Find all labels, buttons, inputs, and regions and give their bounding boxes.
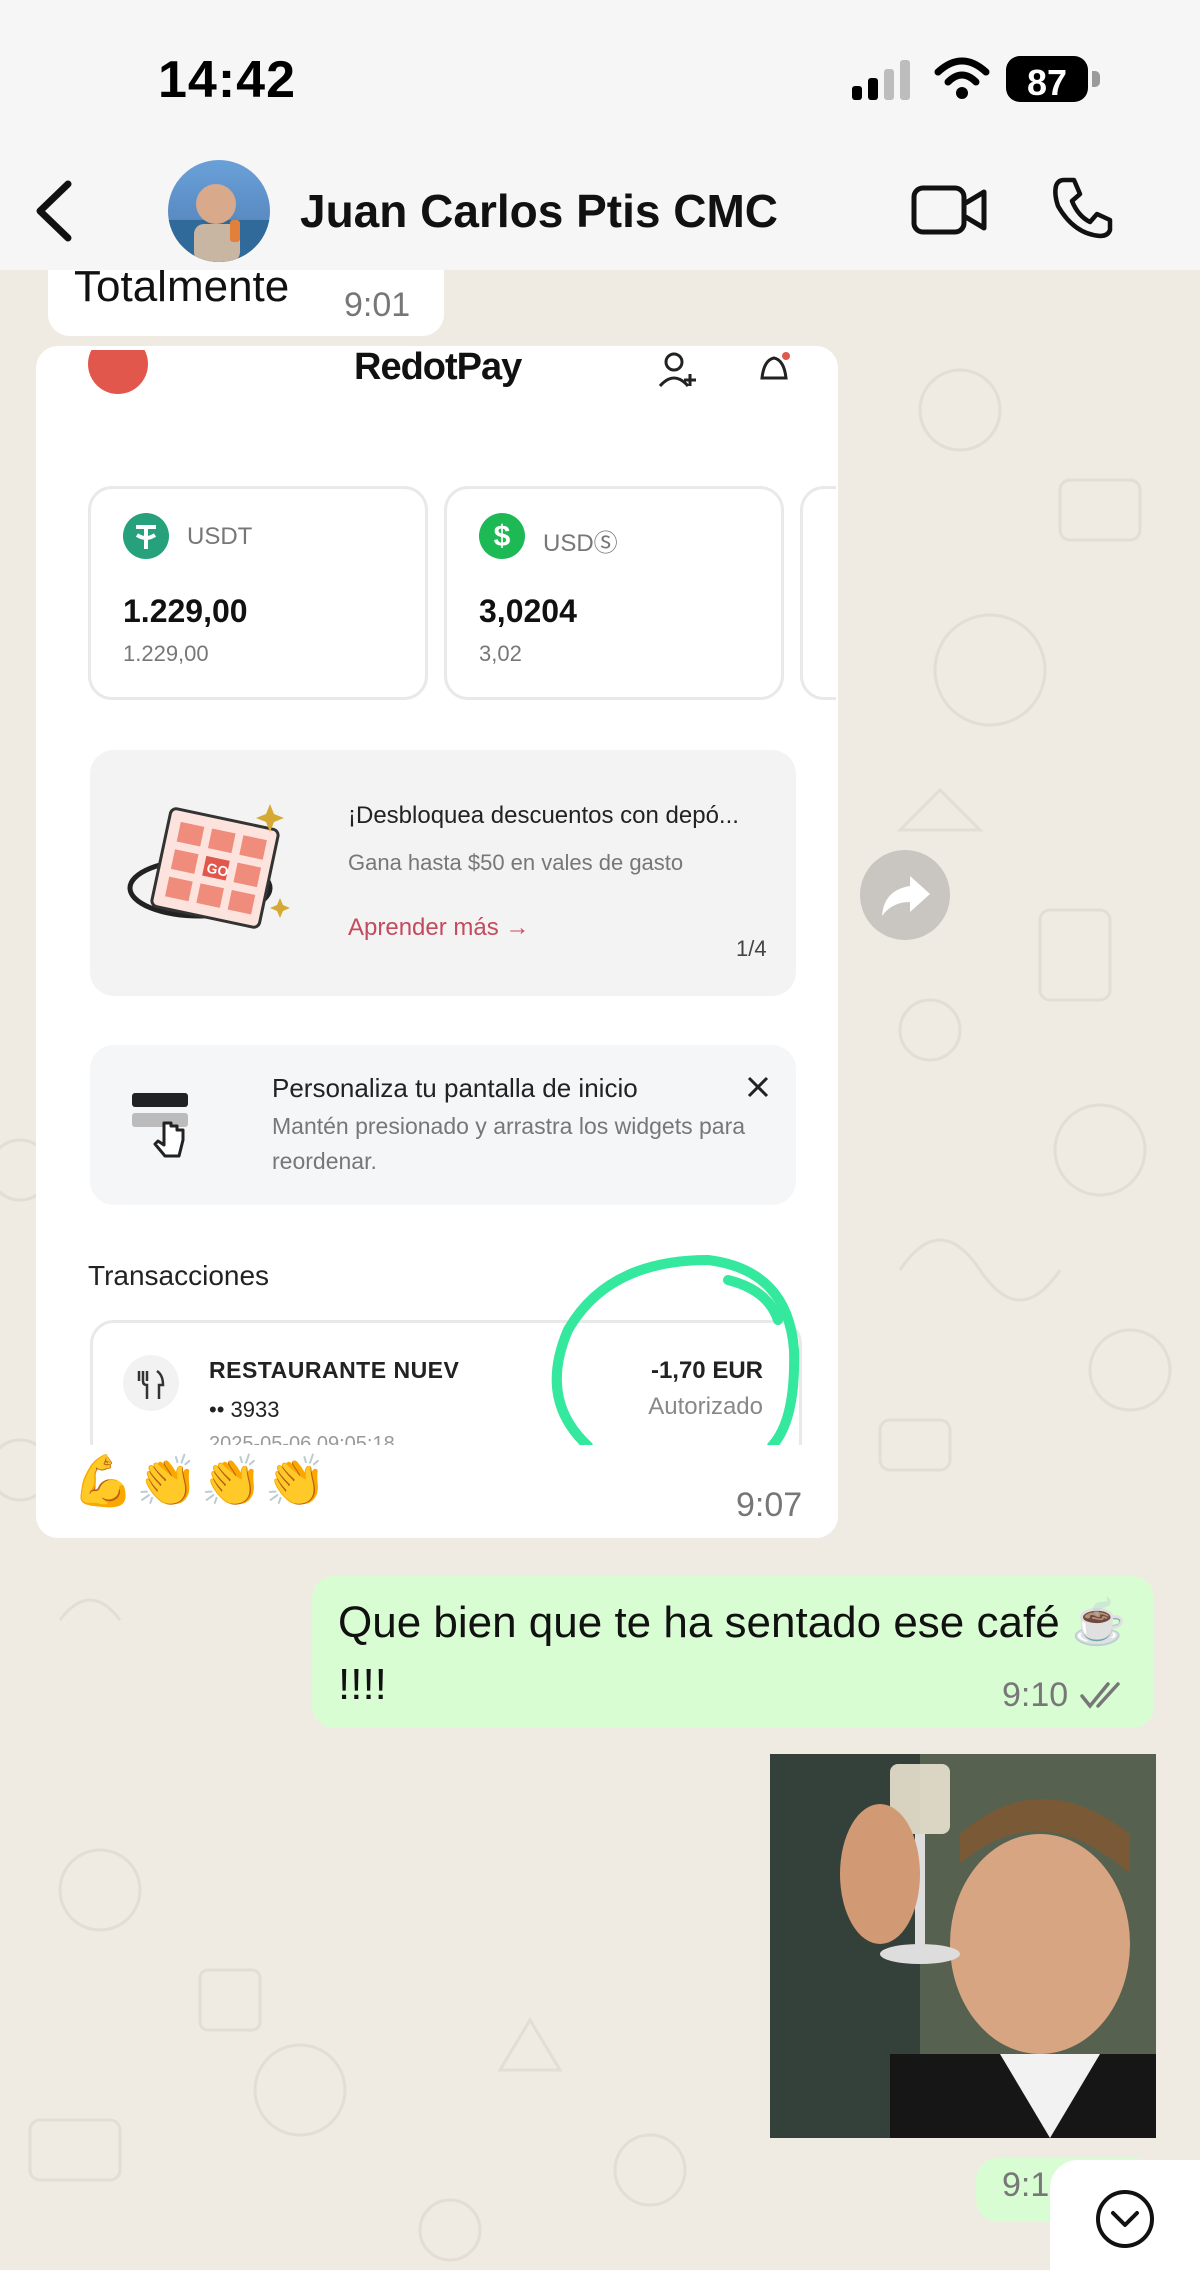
forward-button[interactable] [860,850,950,940]
promo-illustration: GO [127,804,290,929]
contact-name[interactable]: Juan Carlos Ptis CMC [300,184,778,238]
app-logo [88,350,148,394]
coin-balance: 1.229,00 [123,593,248,629]
battery-indicator: 87 [1006,56,1100,104]
message-emojis: 💪👏👏👏 [72,1453,330,1509]
double-check-icon [1080,1682,1120,1709]
transactions-heading: Transacciones [88,1260,270,1291]
usdt-icon [123,513,169,559]
video-call-icon[interactable] [910,180,990,240]
svg-text:$: $ [494,520,511,553]
back-arrow-icon[interactable] [30,178,80,244]
outgoing-photo-message[interactable] [770,1754,1156,2138]
add-contact-icon [658,352,696,388]
customize-title: Personaliza tu pantalla de inicio [272,1073,638,1103]
scroll-down-icon [1096,2190,1154,2248]
close-icon [747,1076,769,1098]
message-time: 9:01 [344,286,411,324]
message-time: 9:07 [736,1486,803,1524]
status-bar: 14:42 87 [0,0,1200,150]
promo-link: Aprender más → [348,914,530,941]
app-screenshot[interactable]: RedotPay USDT 1.229,00 1.229,00 $ USDⓈ 3… [48,350,836,1445]
coin-name: USDⓈ [543,530,618,557]
forward-icon [882,876,930,916]
toast-meme-photo [770,1754,1156,2138]
message-time: 9:10 [1002,1676,1069,1714]
coin-fiat-balance: 1.229,00 [123,641,209,666]
avatar-photo [168,184,270,262]
coin-name: USDT [187,523,253,550]
app-title: RedotPay [354,350,522,388]
card-hand-icon [132,1093,188,1158]
customize-subtitle: Mantén presionado y arrastra los widgets… [272,1113,746,1174]
coin-card-usds: $ USDⓈ 3,0204 3,02 [444,486,784,700]
highlight-circle [551,1254,800,1445]
transaction-date: 2025-05-06 09:05:18 [209,1433,395,1445]
transaction-merchant: RESTAURANTE NUEV [209,1357,460,1383]
cellular-signal-icon [852,60,910,100]
wifi-icon [934,57,990,99]
promo-banner: GO ¡Desbloquea descuentos con depó... Ga… [90,750,796,996]
status-time: 14:42 [158,51,296,109]
dollar-icon: $ [479,513,525,559]
promo-page-indicator: 1/4 [736,936,767,961]
bell-icon [760,352,790,380]
promo-title: ¡Desbloquea descuentos con depó... [348,802,739,829]
phone-icon[interactable] [1050,174,1114,240]
header-content: Juan Carlos Ptis CMC [0,150,1200,270]
coin-card-partial [800,486,836,700]
coin-fiat-balance: 3,02 [479,641,522,666]
avatar[interactable] [168,160,270,262]
promo-subtitle: Gana hasta $50 en vales de gasto [348,850,684,875]
transaction-card: •• 3933 [209,1397,280,1422]
customize-tip-card: Personaliza tu pantalla de inicio Mantén… [90,1045,796,1205]
battery-level: 87 [1026,62,1068,103]
coin-card-usdt: USDT 1.229,00 1.229,00 [88,486,428,700]
message-time: 9:1 [1002,2166,1050,2204]
fork-knife-icon [123,1355,179,1411]
coin-balance: 3,0204 [479,593,577,629]
scroll-to-bottom-button[interactable] [1050,2160,1200,2270]
